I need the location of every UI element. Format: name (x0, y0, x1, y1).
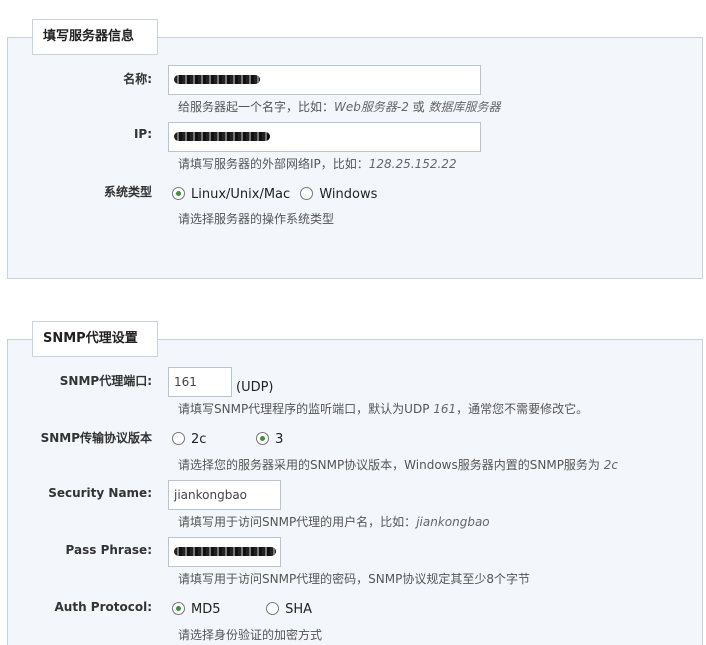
radio-unselected-icon[interactable] (172, 432, 185, 445)
masked-password (174, 547, 276, 556)
auth-option-md5[interactable]: MD5 (172, 602, 262, 617)
snmp-version-radio-group: 2c 3 (172, 432, 283, 447)
radio-unselected-icon[interactable] (266, 602, 280, 615)
radio-selected-icon[interactable] (256, 432, 270, 445)
ip-hint: 请填写服务器的外部网络IP，比如：128.25.152.22 (178, 157, 457, 171)
snmp-port-suffix: (UDP) (236, 380, 274, 395)
os-type-hint: 请选择服务器的操作系统类型 (178, 212, 335, 226)
name-input[interactable] (168, 65, 481, 95)
version-option-3[interactable]: 3 (256, 432, 283, 447)
security-name-label: Security Name: (48, 486, 152, 500)
security-name-input[interactable]: jiankongbao (168, 480, 281, 510)
auth-protocol-hint: 请选择身份验证的加密方式 (178, 628, 323, 642)
security-name-hint: 请填写用于访问SNMP代理的用户名，比如：jiankongbao (178, 515, 490, 529)
auth-protocol-radio-group: MD5 SHA (172, 602, 312, 617)
auth-protocol-label: Auth Protocol: (54, 600, 153, 614)
snmp-port-input[interactable]: 161 (168, 367, 232, 397)
server-info-title: 填写服务器信息 (32, 19, 158, 55)
radio-selected-icon[interactable] (172, 602, 185, 615)
snmp-port-label: SNMP代理端口: (59, 374, 152, 388)
name-hint: 给服务器起一个名字，比如：Web服务器-2 或 数据库服务器 (178, 100, 501, 114)
snmp-port-hint: 请填写SNMP代理程序的监听端口，默认为UDP 161，通常您不需要修改它。 (178, 402, 589, 416)
redacted-value (174, 75, 260, 84)
os-option-linux[interactable]: Linux/Unix/Mac (172, 187, 290, 202)
pass-phrase-label: Pass Phrase: (65, 543, 152, 557)
radio-selected-icon[interactable] (172, 187, 185, 200)
snmp-settings-title: SNMP代理设置 (32, 321, 158, 357)
name-label: 名称: (123, 72, 152, 86)
pass-phrase-input[interactable] (168, 537, 281, 567)
os-type-label: 系统类型 (103, 185, 152, 199)
redacted-value (174, 132, 270, 141)
os-type-radio-group: Linux/Unix/Mac Windows (172, 187, 377, 202)
ip-input[interactable] (168, 122, 481, 152)
version-option-2c[interactable]: 2c (172, 432, 252, 447)
ip-label: IP: (133, 127, 152, 141)
os-option-windows[interactable]: Windows (300, 187, 377, 202)
auth-option-sha[interactable]: SHA (266, 602, 312, 617)
pass-phrase-hint: 请填写用于访问SNMP代理的密码，SNMP协议规定其至少8个字节 (178, 572, 531, 586)
snmp-version-hint: 请选择您的服务器采用的SNMP协议版本，Windows服务器内置的SNMP服务为… (178, 458, 618, 472)
radio-unselected-icon[interactable] (300, 187, 314, 200)
snmp-version-label: SNMP传输协议版本 (40, 431, 152, 445)
